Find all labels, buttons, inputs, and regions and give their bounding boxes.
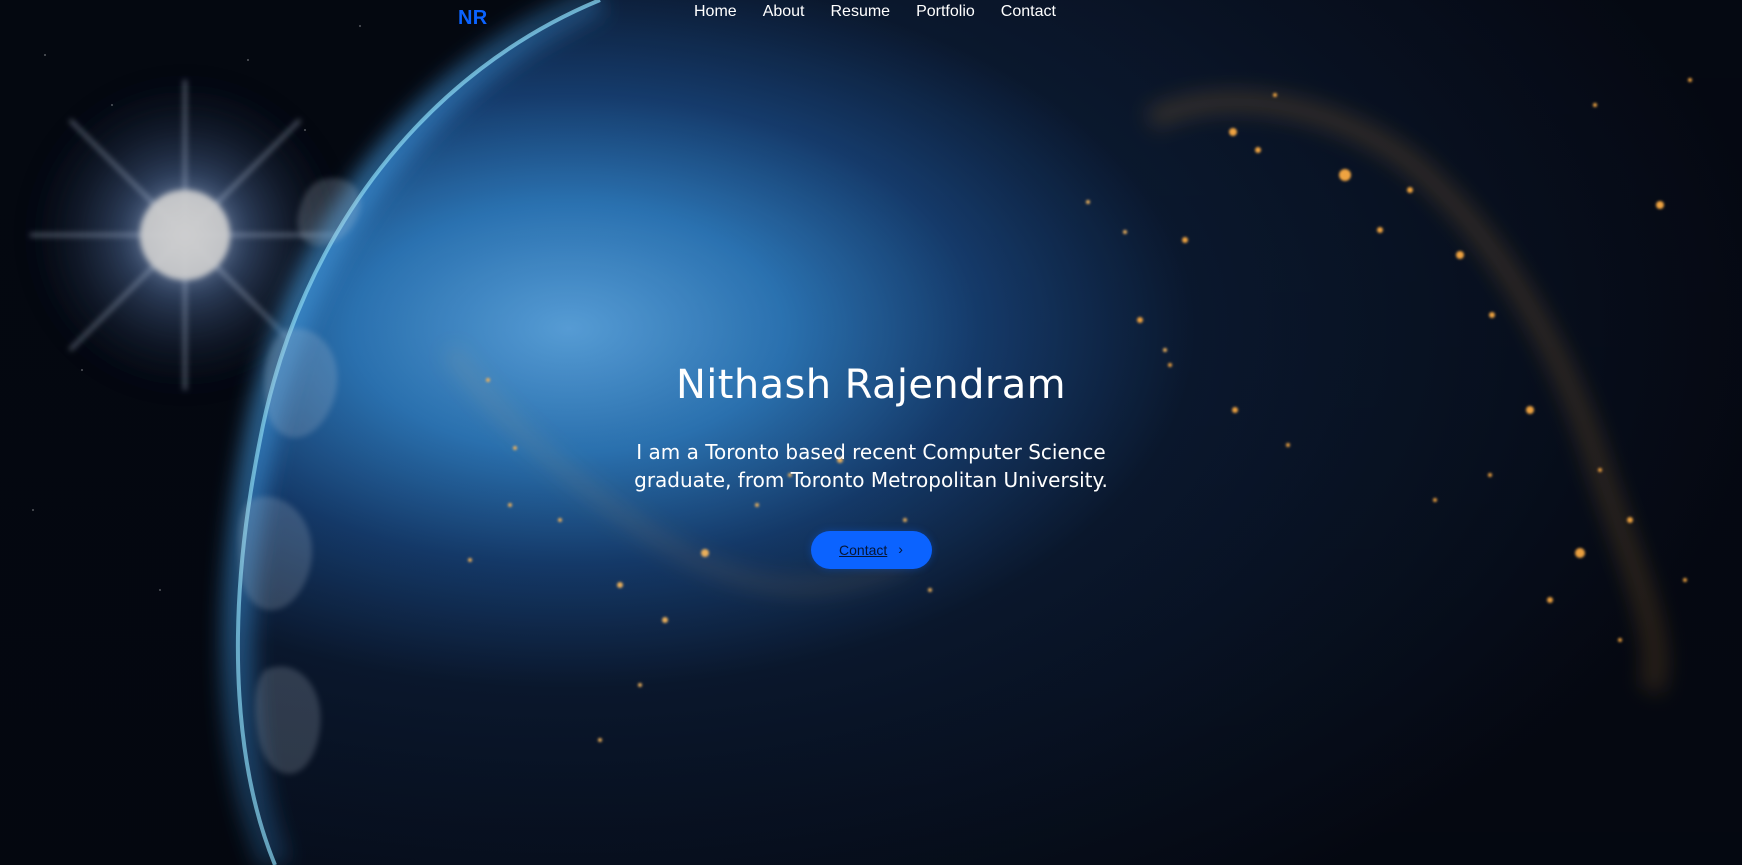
chevron-right-icon: › [898, 541, 903, 557]
nav-link-about[interactable]: About [763, 1, 805, 23]
nav-link-contact[interactable]: Contact [1001, 1, 1056, 23]
nav-link-resume[interactable]: Resume [831, 1, 891, 23]
portfolio-page: NR Home About Resume Portfolio Contact N… [0, 0, 1742, 865]
contact-button[interactable]: Contact › [810, 531, 932, 569]
brand-logo[interactable]: NR [458, 7, 488, 30]
nav-link-home[interactable]: Home [694, 1, 737, 23]
hero-description: I am a Toronto based recent Computer Sci… [634, 440, 1108, 492]
hero-name: Nithash Rajendram [675, 362, 1067, 408]
nav-link-portfolio[interactable]: Portfolio [916, 1, 975, 23]
contact-button-label: Contact [839, 542, 888, 558]
top-navigation: Home About Resume Portfolio Contact [694, 1, 1056, 23]
hero-section: Nithash Rajendram I am a Toronto based r… [0, 360, 1742, 569]
